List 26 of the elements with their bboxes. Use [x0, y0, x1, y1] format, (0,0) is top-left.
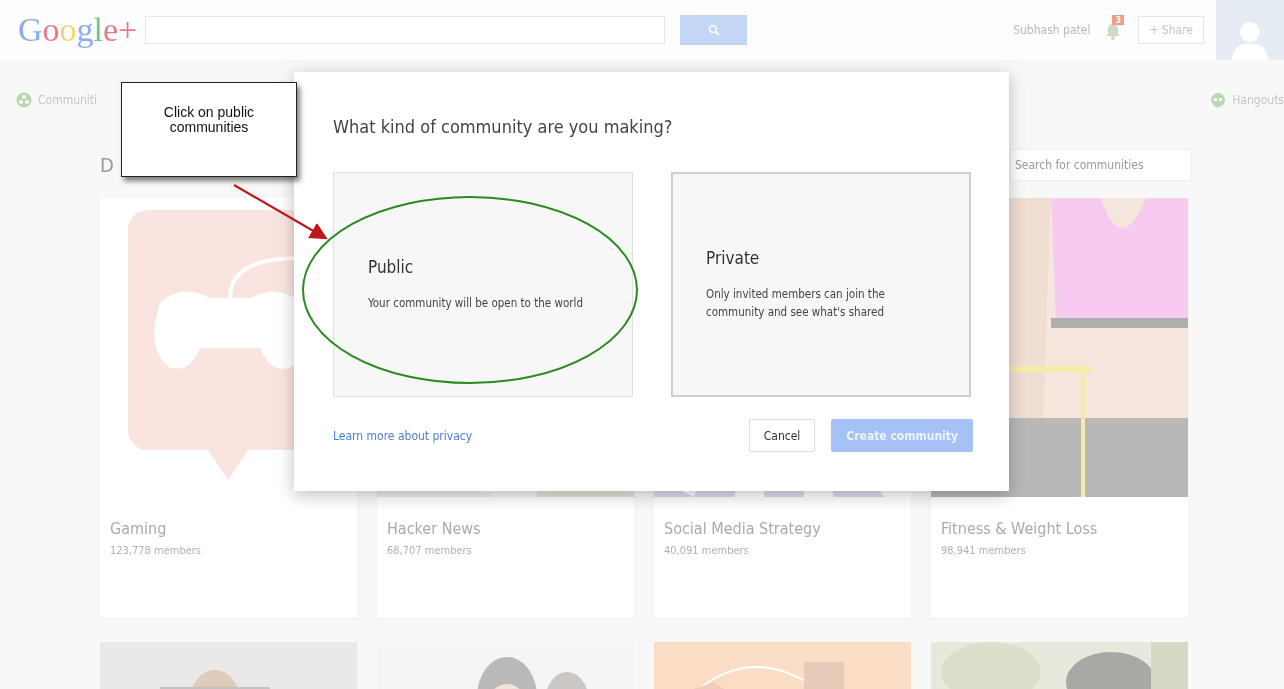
share-button[interactable]: + Share [1138, 16, 1204, 44]
search-button[interactable] [680, 15, 748, 45]
option-card[interactable]: Private Only invited members can join the community and see what's shared [671, 172, 971, 397]
create-button[interactable]: Create community [831, 419, 973, 452]
dialog-title: What kind of community are you making? [333, 116, 674, 139]
notification-count[interactable]: 3 [1112, 15, 1125, 25]
member-count: 123,778 members [110, 544, 203, 557]
member-count: 68,707 members [387, 544, 473, 557]
community-name: Fitness & Weight Loss [941, 519, 1099, 538]
search-icon [707, 24, 720, 36]
member-count: 40,091 members [664, 544, 750, 557]
hangouts-icon [1210, 92, 1227, 108]
callout-text: Click on public communities [162, 105, 256, 138]
community-search-field[interactable]: Search for communities [1010, 149, 1192, 181]
community-name: Social Media Strategy [664, 519, 822, 538]
logo[interactable]: Google+ [18, 11, 138, 49]
option-card[interactable]: Public Your community will be open to the world [333, 172, 633, 397]
community-name: Gaming [110, 519, 168, 538]
heading: D [100, 153, 114, 177]
community-icon [16, 92, 32, 108]
community-name: Hacker News [387, 519, 482, 538]
user-name[interactable]: Subhash patel [1013, 23, 1091, 37]
cancel-button[interactable]: Cancel [748, 419, 816, 452]
avatar[interactable] [1216, 0, 1284, 60]
privacy-link[interactable]: Learn more about privacy [333, 428, 473, 443]
member-count: 98,941 members [941, 544, 1027, 557]
